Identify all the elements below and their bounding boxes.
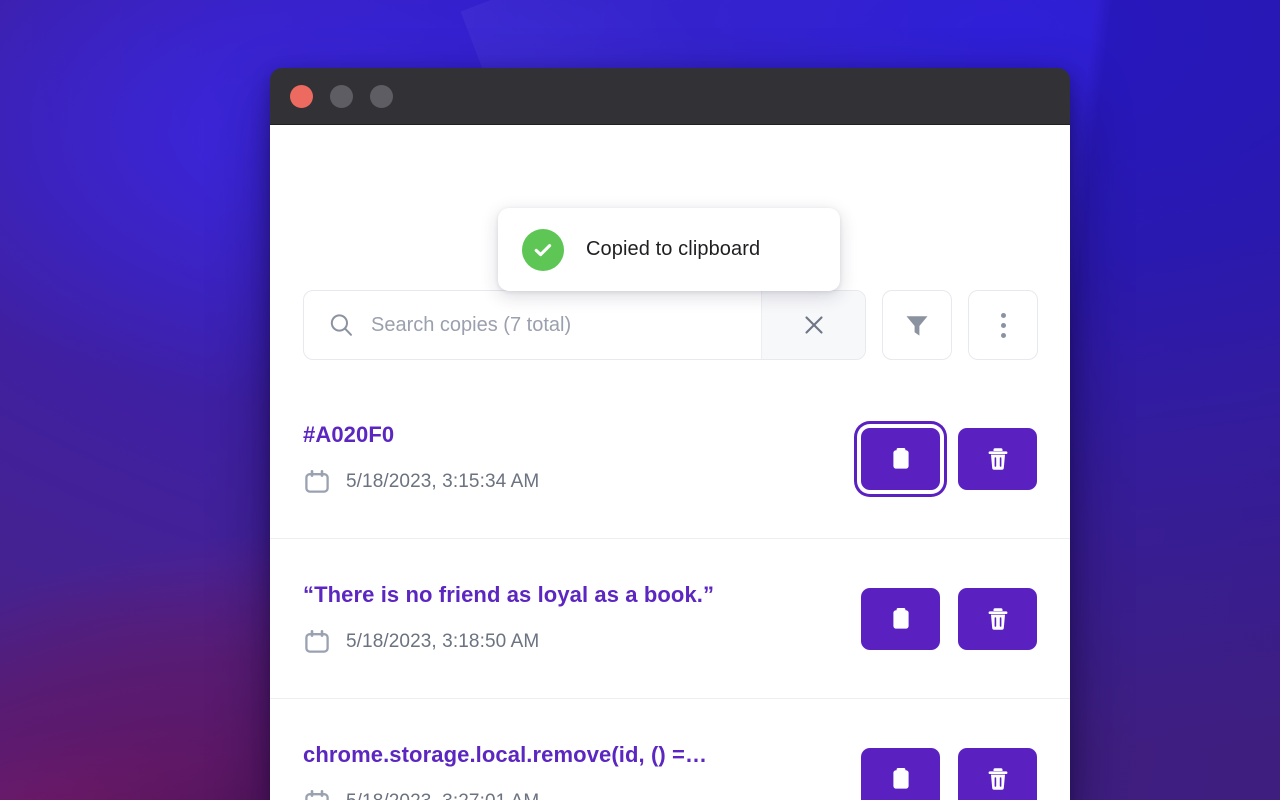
trash-icon	[984, 765, 1012, 793]
calendar-icon	[303, 788, 331, 800]
search-bar	[303, 290, 866, 360]
filter-funnel-icon	[902, 310, 932, 340]
copy-text[interactable]: #A020F0	[303, 422, 841, 448]
row-meta: 5/18/2023, 3:15:34 AM	[303, 468, 841, 496]
search-input[interactable]	[371, 313, 761, 337]
delete-button[interactable]	[958, 747, 1037, 800]
copy-date: 5/18/2023, 3:15:34 AM	[346, 470, 540, 492]
delete-button[interactable]	[958, 587, 1037, 650]
minimize-window-button[interactable]	[330, 84, 353, 108]
row-actions	[861, 427, 1037, 490]
copy-button[interactable]	[861, 427, 940, 490]
row-meta: 5/18/2023, 3:27:01 AM	[303, 788, 841, 800]
copy-button[interactable]	[861, 747, 940, 800]
table-row[interactable]: “There is no friend as loyal as a book.”…	[270, 539, 1070, 699]
copy-date: 5/18/2023, 3:27:01 AM	[346, 791, 539, 800]
window-titlebar[interactable]	[270, 68, 1070, 125]
app-window: Copied to clipboard Search copies (7 tot…	[270, 68, 1070, 800]
delete-button[interactable]	[958, 427, 1037, 490]
calendar-icon	[303, 628, 331, 656]
more-vertical-icon	[1000, 312, 1006, 338]
copy-text[interactable]: “There is no friend as loyal as a book.”	[303, 582, 841, 608]
clipboard-icon	[887, 765, 915, 793]
copy-date: 5/18/2023, 3:18:50 AM	[346, 630, 540, 652]
window-content: Copied to clipboard Search copies (7 tot…	[270, 125, 1070, 800]
row-content: #A020F0 5/18/2023, 3:15:34 AM	[303, 422, 861, 496]
row-actions	[861, 587, 1037, 650]
toast-notification: Copied to clipboard	[498, 208, 840, 291]
table-row[interactable]: #A020F0 5/18/2023, 3:15:34 AM	[270, 379, 1070, 539]
row-actions	[861, 747, 1037, 800]
row-content: “There is no friend as loyal as a book.”…	[303, 582, 861, 656]
maximize-window-button[interactable]	[370, 84, 393, 108]
toolbar	[303, 290, 1038, 360]
close-window-button[interactable]	[290, 84, 313, 108]
copy-text[interactable]: chrome.storage.local.remove(id, () =…	[303, 742, 841, 768]
more-options-button[interactable]	[968, 290, 1038, 360]
clipboard-icon	[887, 605, 915, 633]
search-icon	[327, 311, 355, 339]
copy-button[interactable]	[861, 587, 940, 650]
check-circle-icon	[522, 228, 564, 271]
clipboard-icon	[887, 445, 915, 473]
clear-search-button[interactable]	[761, 291, 865, 359]
toast-message: Copied to clipboard	[586, 238, 761, 260]
calendar-icon	[303, 468, 331, 496]
search-field[interactable]	[304, 291, 761, 359]
table-row[interactable]: chrome.storage.local.remove(id, () =… 5/…	[270, 699, 1070, 800]
trash-icon	[984, 445, 1012, 473]
trash-icon	[984, 605, 1012, 633]
copy-list[interactable]: #A020F0 5/18/2023, 3:15:34 AM “There is …	[270, 379, 1070, 800]
row-meta: 5/18/2023, 3:18:50 AM	[303, 628, 841, 656]
row-content: chrome.storage.local.remove(id, () =… 5/…	[303, 742, 861, 800]
close-icon	[801, 312, 827, 338]
filter-button[interactable]	[882, 290, 952, 360]
